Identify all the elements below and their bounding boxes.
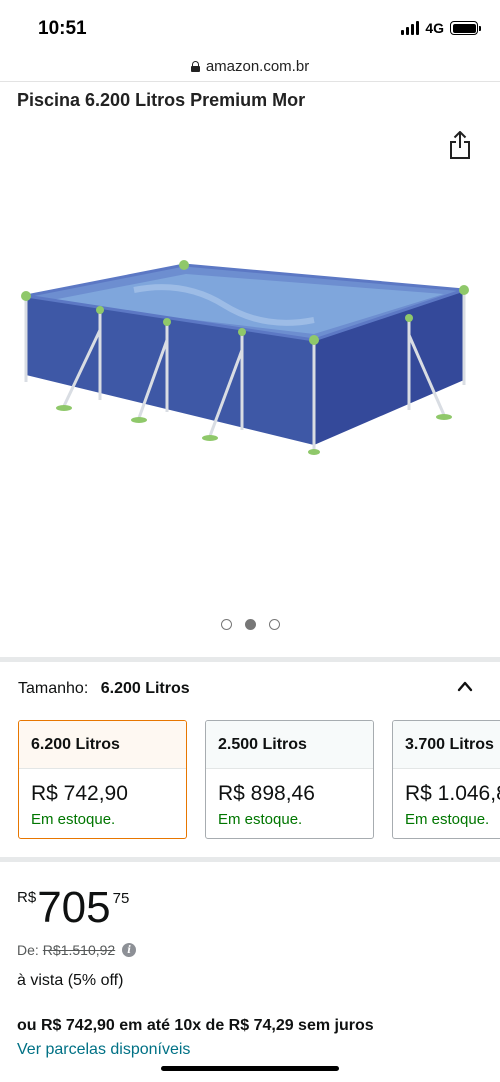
variant-option-6200[interactable]: 6.200 Litros R$ 742,90 Em estoque. bbox=[18, 720, 187, 839]
variant-name: 3.700 Litros bbox=[393, 721, 500, 769]
carousel-dots bbox=[0, 619, 500, 630]
variant-option-2500[interactable]: 2.500 Litros R$ 898,46 Em estoque. bbox=[205, 720, 374, 839]
list-price-label: De: bbox=[17, 942, 39, 958]
carousel-dot[interactable] bbox=[268, 619, 280, 630]
status-icons: 4G bbox=[401, 20, 481, 36]
current-price: R$ 705 75 bbox=[17, 884, 129, 932]
size-selected-value: 6.200 Litros bbox=[100, 680, 190, 697]
variant-price: R$ 1.046,8 bbox=[405, 782, 500, 805]
cash-discount-note: à vista (5% off) bbox=[17, 972, 124, 989]
home-indicator[interactable] bbox=[161, 1066, 339, 1071]
status-time: 10:51 bbox=[38, 18, 87, 39]
size-selector-header[interactable]: Tamanho: 6.200 Litros bbox=[18, 680, 190, 698]
carousel-dot-active[interactable] bbox=[244, 619, 256, 630]
lock-icon bbox=[190, 61, 200, 72]
price-whole: 705 bbox=[37, 883, 111, 932]
price-currency: R$ bbox=[17, 889, 37, 906]
battery-icon bbox=[450, 21, 481, 35]
section-divider bbox=[0, 857, 500, 862]
section-divider bbox=[0, 657, 500, 662]
list-price-value: R$1.510,92 bbox=[42, 942, 116, 958]
variant-stock: Em estoque. bbox=[218, 811, 303, 828]
pool-image[interactable] bbox=[14, 250, 484, 460]
variant-option-3700[interactable]: 3.700 Litros R$ 1.046,8 Em estoque. bbox=[392, 720, 500, 839]
variant-stock: Em estoque. bbox=[31, 811, 116, 828]
carousel-dot[interactable] bbox=[220, 619, 232, 630]
address-bar[interactable]: amazon.com.br bbox=[0, 52, 500, 82]
variant-price: R$ 898,46 bbox=[218, 782, 315, 805]
installment-text: ou R$ 742,90 em até 10x de R$ 74,29 sem … bbox=[17, 1017, 374, 1034]
product-title: Piscina 6.200 Litros Premium Mor bbox=[17, 90, 306, 110]
variant-name: 2.500 Litros bbox=[206, 721, 373, 769]
variant-price: R$ 742,90 bbox=[31, 782, 128, 805]
share-icon[interactable] bbox=[449, 131, 471, 159]
price-fraction: 75 bbox=[112, 890, 130, 907]
variant-stock: Em estoque. bbox=[405, 811, 490, 828]
network-type: 4G bbox=[425, 20, 444, 36]
pool-drawing bbox=[21, 260, 469, 455]
variant-name: 6.200 Litros bbox=[19, 721, 186, 769]
list-price: De: R$1.510,92 i bbox=[17, 942, 137, 958]
status-bar: 10:51 4G bbox=[0, 0, 500, 52]
info-icon[interactable]: i bbox=[122, 943, 137, 957]
size-label: Tamanho: bbox=[18, 680, 89, 697]
chevron-up-icon[interactable] bbox=[457, 680, 473, 692]
signal-icon bbox=[401, 21, 420, 35]
url-text: amazon.com.br bbox=[205, 58, 310, 75]
installments-link[interactable]: Ver parcelas disponíveis bbox=[17, 1041, 190, 1059]
